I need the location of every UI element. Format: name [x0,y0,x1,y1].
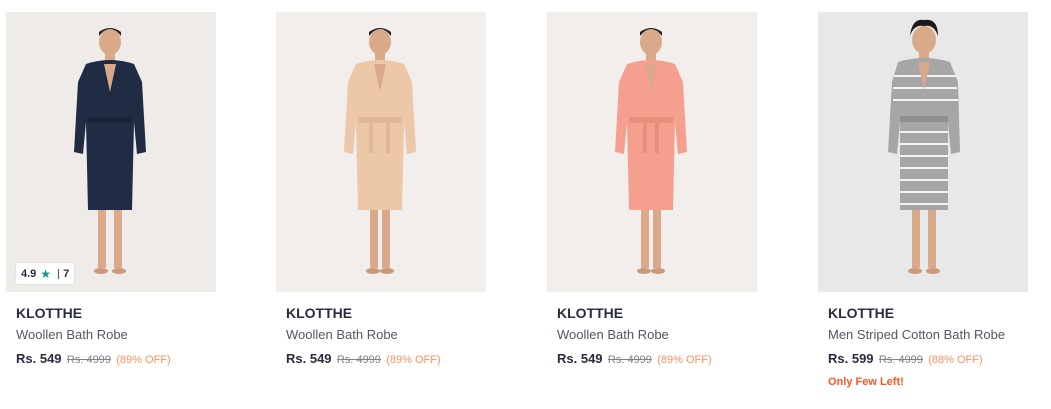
product-photo [6,12,216,292]
product-title[interactable]: Woollen Bath Robe [286,327,486,343]
price-row: Rs. 549 Rs. 4999 (89% OFF) [16,351,216,368]
price-row: Rs. 549 Rs. 4999 (89% OFF) [286,351,486,368]
product-card[interactable]: KLOTTHE Woollen Bath Robe Rs. 549 Rs. 49… [276,12,486,368]
star-icon: ★ [40,266,52,281]
product-card[interactable]: 4.9 ★ 7 KLOTTHE Woollen Bath Robe Rs. 54… [6,12,216,368]
price-row: Rs. 549 Rs. 4999 (89% OFF) [557,351,757,368]
product-image[interactable] [276,12,486,292]
rating-value: 4.9 [21,267,37,280]
product-brand: KLOTTHE [286,305,353,321]
product-mrp: Rs. 4999 [607,354,652,366]
product-brand: KLOTTHE [16,305,83,321]
price-row: Rs. 599 Rs. 4999 (88% OFF) [828,351,1028,368]
product-photo [818,12,1028,292]
rating-badge: 4.9 ★ 7 [16,263,75,284]
product-price: Rs. 599 [828,351,874,366]
product-image[interactable] [818,12,1028,292]
product-discount: (89% OFF) [657,354,712,366]
stock-warning: Only Few Left! [828,376,904,388]
product-title[interactable]: Woollen Bath Robe [557,327,757,343]
product-card[interactable]: KLOTTHE Men Striped Cotton Bath Robe Rs.… [818,12,1028,389]
product-mrp: Rs. 4999 [878,354,923,366]
rating-count: 7 [63,267,70,280]
product-title[interactable]: Woollen Bath Robe [16,327,216,343]
product-price: Rs. 549 [557,351,603,366]
product-price: Rs. 549 [286,351,332,366]
product-mrp: Rs. 4999 [66,354,111,366]
product-title[interactable]: Men Striped Cotton Bath Robe [828,327,1028,343]
product-card[interactable]: KLOTTHE Woollen Bath Robe Rs. 549 Rs. 49… [547,12,757,368]
product-price: Rs. 549 [16,351,62,366]
product-photo [276,12,486,292]
product-brand: KLOTTHE [828,305,895,321]
product-discount: (89% OFF) [116,354,171,366]
product-mrp: Rs. 4999 [336,354,381,366]
product-brand: KLOTTHE [557,305,624,321]
product-discount: (88% OFF) [928,354,983,366]
product-image[interactable]: 4.9 ★ 7 [6,12,216,292]
rating-divider [58,268,60,279]
product-discount: (89% OFF) [386,354,441,366]
product-image[interactable] [547,12,757,292]
product-photo [547,12,757,292]
